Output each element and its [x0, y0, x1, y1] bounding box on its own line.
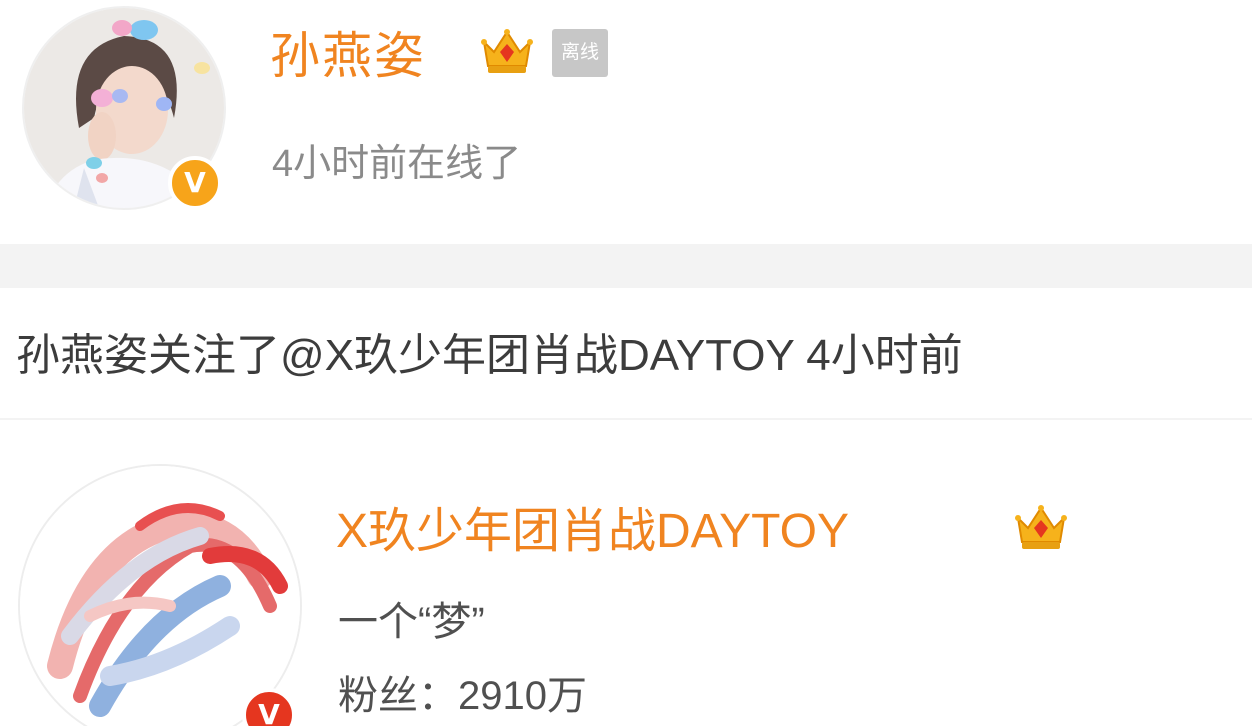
followed-avatar[interactable]	[18, 464, 302, 726]
followed-avatar-wrap[interactable]: V	[18, 464, 302, 726]
followed-account-name[interactable]: X玖少年团肖战DAYTOY	[336, 496, 849, 568]
offline-status-tag: 离线	[552, 29, 608, 77]
profile-header: V 孙燕姿 离线 4小时前在线了	[0, 0, 1252, 244]
profile-name[interactable]: 孙燕姿	[270, 20, 426, 92]
profile-avatar-wrap[interactable]: V	[22, 6, 226, 210]
followed-account-fans: 粉丝：2910万	[338, 668, 587, 724]
weibo-screen: V 孙燕姿 离线 4小时前在线了 孙燕姿关注了@X玖少年团肖战DAYTOY 4小…	[0, 0, 1252, 726]
followed-account-card[interactable]: V X玖少年团肖战DAYTOY 一个“梦” 粉丝：2910万	[0, 420, 1252, 726]
fans-count: 2910万	[458, 674, 587, 718]
fans-label: 粉丝：	[338, 674, 458, 718]
last-online-text: 4小时前在线了	[272, 143, 522, 185]
crown-icon	[1012, 498, 1070, 556]
activity-row[interactable]: 孙燕姿关注了@X玖少年团肖战DAYTOY 4小时前	[0, 288, 1252, 418]
followed-account-bio: 一个“梦”	[338, 600, 485, 644]
crown-icon	[478, 22, 536, 80]
verified-badge: V	[168, 156, 222, 210]
activity-text: 孙燕姿关注了@X玖少年团肖战DAYTOY 4小时前	[16, 331, 963, 380]
